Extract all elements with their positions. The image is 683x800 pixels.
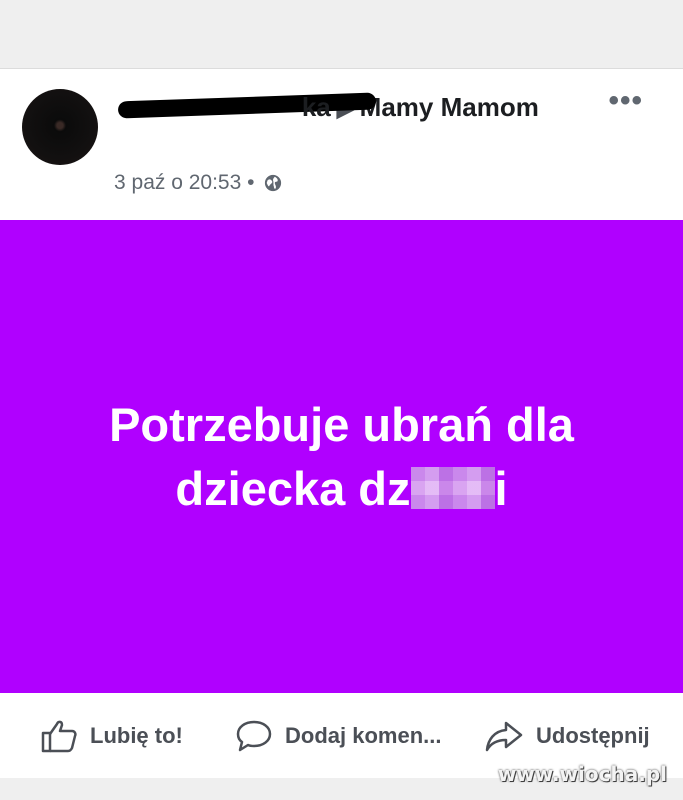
timestamp[interactable]: 3 paź o 20:53 bbox=[114, 171, 241, 194]
separator: • bbox=[247, 171, 255, 194]
banner-line-2: dziecka dz i bbox=[175, 461, 508, 515]
thumbs-up-icon bbox=[41, 720, 77, 753]
post-header: Monika Kowalskaka ▶Mamy Mamom bbox=[114, 89, 564, 127]
comment-label: Dodaj komen... bbox=[285, 723, 442, 748]
post-meta: 3 paź o 20:53 • bbox=[114, 169, 282, 197]
like-label: Lubię to! bbox=[90, 723, 183, 748]
post-banner: Potrzebuje ubrań dla dziecka dz i bbox=[0, 220, 683, 693]
share-arrow-icon bbox=[485, 721, 523, 752]
author-name[interactable]: Monika Kowalskaka bbox=[114, 89, 377, 125]
comment-button[interactable]: Dodaj komen... bbox=[235, 719, 441, 753]
watermark: www.wiocha.pl bbox=[497, 762, 667, 786]
globe-icon bbox=[265, 174, 282, 192]
share-button[interactable]: Udostępnij bbox=[484, 719, 650, 753]
share-label: Udostępnij bbox=[536, 723, 650, 748]
post-card: Monika Kowalskaka ▶Mamy Mamom 3 paź o 20… bbox=[0, 68, 683, 779]
banner-text: Potrzebuje ubrań dla dziecka dz i bbox=[42, 393, 642, 521]
pixelated-censor bbox=[410, 466, 495, 509]
like-button[interactable]: Lubię to! bbox=[40, 719, 183, 753]
author-avatar[interactable] bbox=[22, 89, 98, 165]
banner-line-1: Potrzebuje ubrań dla bbox=[109, 397, 574, 451]
top-background bbox=[0, 0, 683, 68]
comment-bubble-icon bbox=[236, 720, 272, 752]
more-options-icon[interactable]: ••• bbox=[608, 86, 643, 116]
group-name[interactable]: Mamy Mamom bbox=[360, 92, 539, 122]
